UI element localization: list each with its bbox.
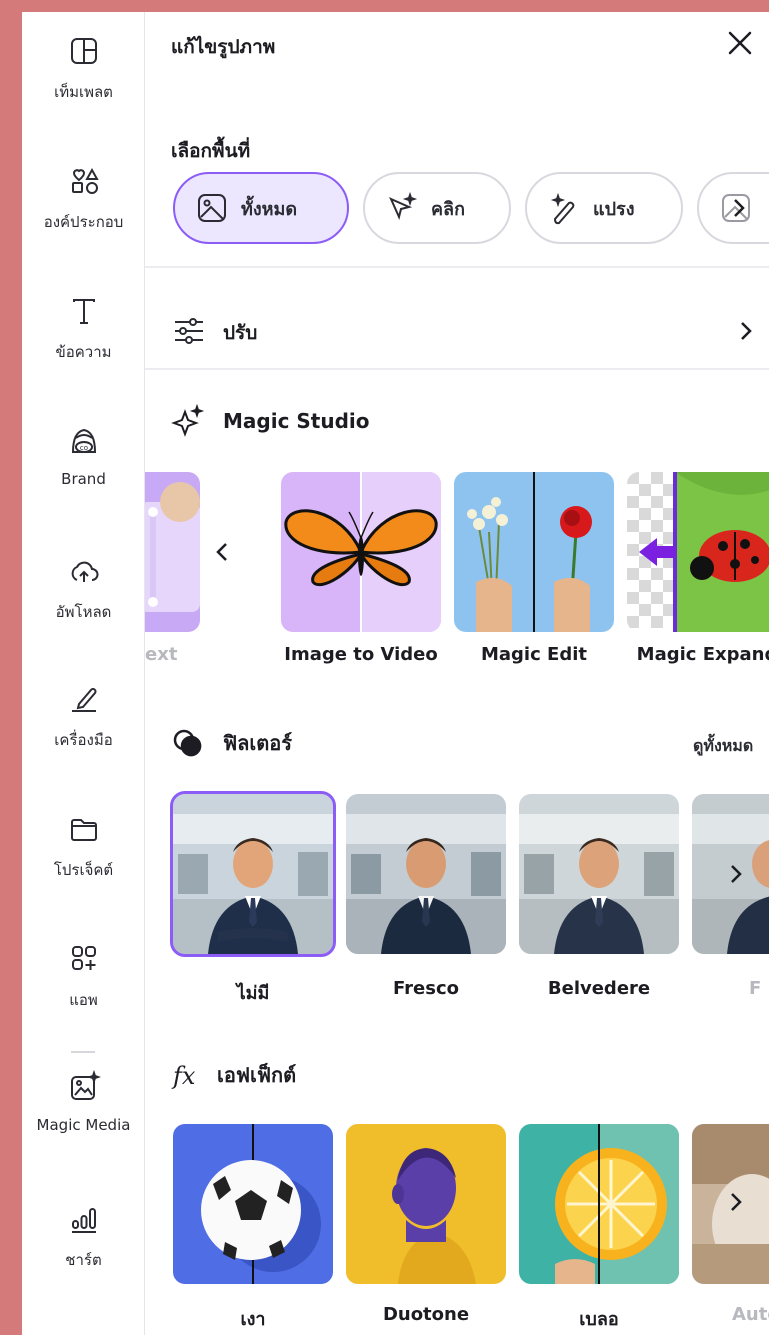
rail-item-upload[interactable]: อัพโหลด: [22, 554, 145, 624]
filter-label: Belvedere: [547, 978, 651, 999]
filter-fresco-tile[interactable]: [346, 794, 506, 954]
rail-item-brand[interactable]: co Brand: [22, 424, 145, 488]
rail-item-elements[interactable]: องค์ประกอบ: [22, 164, 145, 234]
divider: [145, 266, 769, 268]
see-all-filters-link[interactable]: ดูทั้งหมด: [693, 734, 753, 759]
fx-icon: fx: [171, 1062, 196, 1090]
filters-header: ฟิลเตอร์: [171, 726, 292, 760]
rail-item-templates[interactable]: เท็มเพลต: [22, 34, 145, 104]
select-mode-click[interactable]: คลิก: [363, 172, 511, 244]
sparkle-icon: [171, 404, 205, 437]
effects-title: เอฟเฟ็กต์: [217, 1063, 297, 1087]
effect-label: เงา: [240, 1309, 266, 1330]
rail-item-magic-media[interactable]: Magic Media: [22, 1070, 145, 1134]
select-mode-brush[interactable]: แปรง: [525, 172, 683, 244]
svg-text:fx: fx: [171, 1062, 196, 1090]
select-mode-label: คลิก: [431, 198, 465, 220]
image-to-video-tile[interactable]: [281, 472, 441, 632]
chevron-right-icon: [741, 322, 752, 340]
rail-label: เท็มเพลต: [54, 83, 113, 101]
filter-label: F: [749, 978, 762, 999]
brand-icon: co: [71, 428, 96, 453]
select-area-title: เลือกพื้นที่: [171, 140, 251, 162]
select-mode-all[interactable]: ทั้งหมด: [173, 172, 349, 244]
rail-item-apps[interactable]: แอพ: [22, 942, 145, 1012]
editor-frame: เท็มเพลต องค์ประกอบ ข้อความ co Brand อัพ…: [22, 12, 769, 1335]
effect-shadow-tile[interactable]: [173, 1124, 333, 1284]
rail-divider: [71, 1051, 95, 1053]
chevron-right-icon[interactable]: [725, 1190, 745, 1214]
chevron-right-icon[interactable]: [729, 197, 749, 219]
draw-icon: [71, 688, 96, 712]
rail-label: เครื่องมือ: [54, 731, 113, 749]
filter-label: ไม่มี: [236, 983, 270, 1004]
magic-click-icon: [389, 191, 418, 221]
rail-label: Brand: [61, 470, 106, 488]
image-icon: [198, 194, 226, 222]
adjust-label: ปรับ: [223, 322, 258, 344]
filter-icon: [173, 729, 202, 757]
panel-title: แก้ไขรูปภาพ: [171, 36, 276, 58]
magic-studio-title: Magic Studio: [223, 409, 370, 433]
filters-title: ฟิลเตอร์: [223, 731, 292, 755]
effect-blur-tile[interactable]: [519, 1124, 679, 1284]
chevron-left-icon[interactable]: [213, 540, 233, 564]
apps-icon: [71, 946, 96, 970]
template-icon: [70, 38, 97, 64]
text-icon: [72, 299, 95, 324]
magic-edit-tile[interactable]: [454, 472, 614, 632]
magic-studio-item-label: Magic Expand: [636, 644, 769, 665]
magic-brush-icon: [550, 192, 575, 225]
magic-media-icon: [70, 1070, 101, 1100]
rail-label: ชาร์ต: [65, 1251, 102, 1269]
sliders-icon: [175, 318, 203, 344]
select-mode-label: แปรง: [593, 198, 635, 220]
upload-icon: [71, 561, 98, 582]
filter-label: Fresco: [393, 978, 459, 999]
left-rail: เท็มเพลต องค์ประกอบ ข้อความ co Brand อัพ…: [22, 12, 145, 1335]
rail-item-draw[interactable]: เครื่องมือ: [22, 682, 145, 752]
rail-label: โปรเจ็คต์: [53, 861, 114, 879]
rail-label: ข้อความ: [55, 343, 112, 361]
divider: [145, 368, 769, 370]
folder-icon: [70, 819, 97, 841]
edit-image-panel: แก้ไขรูปภาพ เลือกพื้นที่ ทั้งหมด คลิก แป…: [145, 12, 769, 1335]
filter-none-tile[interactable]: [170, 791, 336, 957]
magic-studio-item-label: Magic Edit: [480, 644, 587, 665]
magic-text-tile[interactable]: [145, 472, 200, 632]
magic-studio-header: Magic Studio: [171, 404, 370, 438]
close-icon[interactable]: [725, 28, 755, 58]
effect-duotone-tile[interactable]: [346, 1124, 506, 1284]
magic-expand-tile[interactable]: [627, 472, 769, 632]
rail-label: แอพ: [69, 991, 98, 1009]
effect-label: Duotone: [382, 1304, 470, 1325]
rail-label: องค์ประกอบ: [43, 213, 124, 231]
magic-studio-item-label: ext: [145, 644, 178, 665]
elements-icon: [71, 167, 99, 194]
select-mode-label: ทั้งหมด: [241, 198, 298, 220]
rail-item-charts[interactable]: ชาร์ต: [22, 1202, 145, 1272]
rail-item-projects[interactable]: โปรเจ็คต์: [22, 812, 145, 882]
effect-label: Auto: [732, 1304, 769, 1325]
svg-text:co: co: [79, 444, 87, 452]
rail-item-text[interactable]: ข้อความ: [22, 294, 145, 364]
effect-label: เบลอ: [579, 1309, 619, 1330]
magic-studio-item-label: Image to Video: [284, 644, 438, 665]
chevron-right-icon[interactable]: [725, 862, 745, 886]
filter-belvedere-tile[interactable]: [519, 794, 679, 954]
adjust-row[interactable]: ปรับ: [145, 280, 769, 380]
chart-icon: [71, 1208, 96, 1233]
rail-label: Magic Media: [36, 1116, 131, 1134]
effects-header: fx เอฟเฟ็กต์: [171, 1058, 296, 1092]
rail-label: อัพโหลด: [55, 603, 112, 621]
